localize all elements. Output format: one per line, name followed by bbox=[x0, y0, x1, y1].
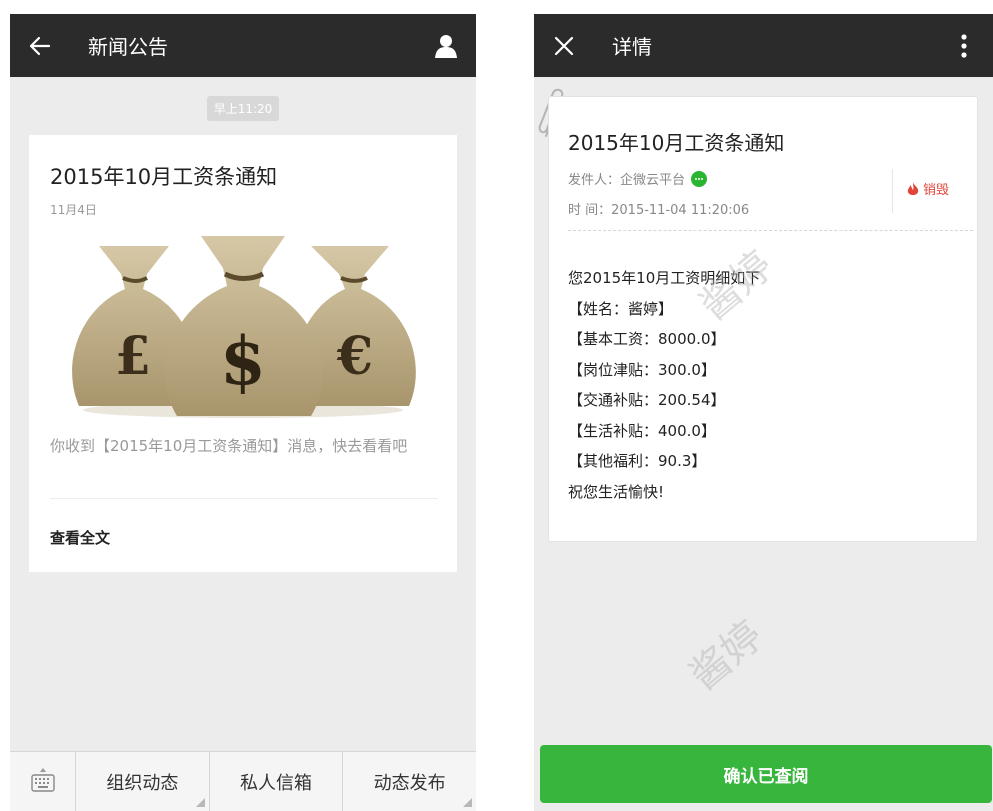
chat-bubble-icon[interactable] bbox=[691, 170, 708, 187]
divider bbox=[892, 169, 893, 213]
nav-post-update-label: 动态发布 bbox=[373, 772, 446, 794]
sender-line: 发件人：企微云平台 bbox=[568, 169, 708, 188]
detail-line: 祝您生活愉快! bbox=[568, 482, 665, 501]
news-title: 2015年10月工资条通知 bbox=[50, 165, 278, 189]
confirm-read-button[interactable]: 确认已查阅 bbox=[540, 745, 992, 803]
nav-post-update[interactable]: 动态发布 bbox=[343, 752, 476, 811]
destroy-label: 销毁 bbox=[923, 183, 950, 198]
news-date: 11月4日 bbox=[50, 203, 97, 217]
bottom-nav: 组织动态 私人信箱 动态发布 bbox=[10, 751, 476, 811]
detail-line: 【交通补贴：200.54】 bbox=[568, 391, 726, 409]
detail-line: 【姓名：酱婷】 bbox=[568, 299, 674, 318]
sent-time: 时 间：2015-11-04 11:20:06 bbox=[568, 203, 750, 218]
nav-private-mailbox[interactable]: 私人信箱 bbox=[210, 752, 344, 811]
nav-org-updates[interactable]: 组织动态 bbox=[76, 752, 210, 811]
nav-private-mailbox-label: 私人信箱 bbox=[240, 772, 312, 794]
news-card[interactable]: 2015年10月工资条通知 11月4日 £ $ € 你收到【2015年10月工资… bbox=[29, 135, 457, 572]
divider bbox=[50, 498, 438, 499]
message-time: 早上11:20 bbox=[10, 96, 476, 121]
detail-line: 您2015年10月工资明细如下 bbox=[568, 269, 761, 287]
arrow-left-icon[interactable] bbox=[10, 14, 70, 77]
detail-line: 【其他福利：90.3】 bbox=[568, 452, 707, 470]
dollar-symbol: $ bbox=[220, 322, 266, 400]
nav-org-updates-label: 组织动态 bbox=[106, 772, 179, 794]
close-icon[interactable] bbox=[534, 14, 594, 77]
submenu-indicator-icon bbox=[463, 798, 473, 807]
detail-line: 【生活补贴：400.0】 bbox=[568, 421, 716, 440]
detail-title: 2015年10月工资条通知 bbox=[568, 131, 785, 155]
time-pill: 早上11:20 bbox=[206, 96, 280, 121]
destroy-button[interactable]: 销毁 bbox=[906, 179, 949, 198]
flame-icon bbox=[907, 181, 919, 195]
news-header: 新闻公告 bbox=[10, 14, 476, 77]
watermark-text: 酱婷 bbox=[681, 612, 772, 700]
user-icon[interactable] bbox=[416, 14, 476, 77]
news-screen: 新闻公告 早上11:20 2015年10月工资条通知 11月4日 £ $ € 你… bbox=[10, 14, 476, 811]
read-more-link[interactable]: 查看全文 bbox=[50, 527, 110, 548]
salary-details: 您2015年10月工资明细如下 【姓名：酱婷】 【基本工资：8000.0】 【岗… bbox=[568, 263, 760, 507]
news-description: 你收到【2015年10月工资条通知】消息，快去看看吧 bbox=[50, 437, 408, 455]
detail-line: 【岗位津贴：300.0】 bbox=[568, 360, 716, 379]
page-title: 新闻公告 bbox=[88, 35, 168, 59]
detail-card: 2015年10月工资条通知 发件人：企微云平台 时 间：2015-11-04 1… bbox=[548, 96, 978, 542]
sender-label: 发件人：企微云平台 bbox=[568, 173, 686, 188]
more-vertical-icon[interactable] bbox=[934, 14, 993, 77]
money-bags-image: £ $ € bbox=[49, 234, 437, 420]
detail-line: 【基本工资：8000.0】 bbox=[568, 330, 726, 348]
detail-screen: 详情 2015年10月工资条通知 发件人：企微云平台 时 间：2015-11-0… bbox=[534, 14, 993, 811]
dashed-divider bbox=[568, 230, 973, 231]
pound-symbol: £ bbox=[115, 326, 151, 387]
euro-symbol: € bbox=[336, 326, 373, 387]
page-title: 详情 bbox=[612, 35, 652, 59]
keyboard-icon[interactable] bbox=[10, 752, 76, 811]
detail-header: 详情 bbox=[534, 14, 993, 77]
submenu-indicator-icon bbox=[195, 798, 205, 807]
